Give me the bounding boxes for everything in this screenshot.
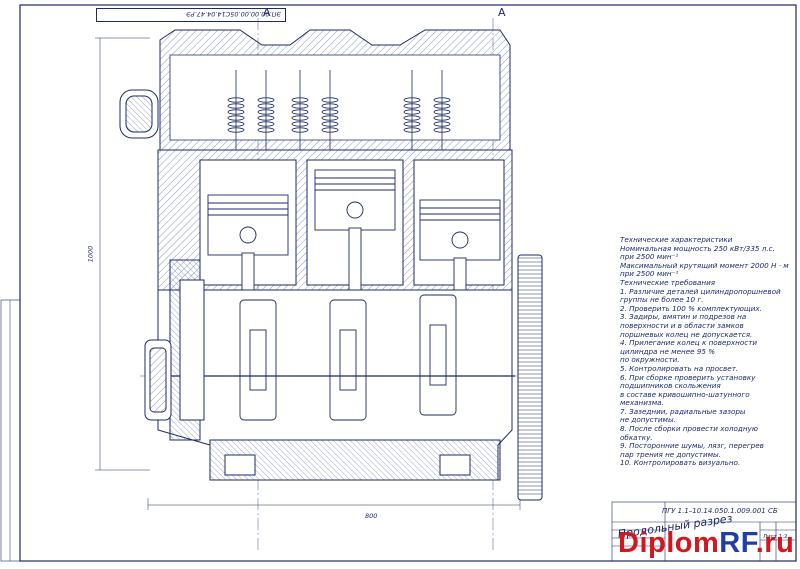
- dimension-width: 800: [365, 512, 378, 520]
- dimension-height: 1000: [86, 245, 95, 263]
- watermark-part-2: RF: [719, 527, 756, 559]
- flywheel: [517, 254, 543, 501]
- piston-pin: [239, 226, 257, 244]
- watermark-part-3: .ru: [755, 527, 795, 559]
- technical-specifications: Технические характеристики Номинальная мо…: [620, 235, 789, 468]
- piston: [314, 169, 396, 231]
- piston-pin: [346, 201, 364, 219]
- cylinder-head: [119, 29, 511, 151]
- crank-journal: [339, 329, 357, 391]
- watermark-logo: DiplomRF.ru: [618, 527, 794, 560]
- spec-line: 10. Контролировать визуально.: [620, 458, 741, 468]
- section-mark-a-right: А: [498, 6, 506, 19]
- drawing-sheet: ЭП.00.00.00.05С14.04.47.РЭ А А 800 1000 …: [0, 0, 800, 565]
- crank-journal: [249, 329, 267, 391]
- drawing-stamp-code: ЭП.00.00.00.05С14.04.47.РЭ: [96, 8, 286, 22]
- piston-pin: [451, 231, 469, 249]
- piston: [207, 194, 289, 256]
- section-mark-a-left: А: [263, 6, 271, 19]
- timing-gears: [144, 259, 205, 441]
- piston: [419, 199, 501, 261]
- watermark-part-1: Diplom: [618, 527, 720, 559]
